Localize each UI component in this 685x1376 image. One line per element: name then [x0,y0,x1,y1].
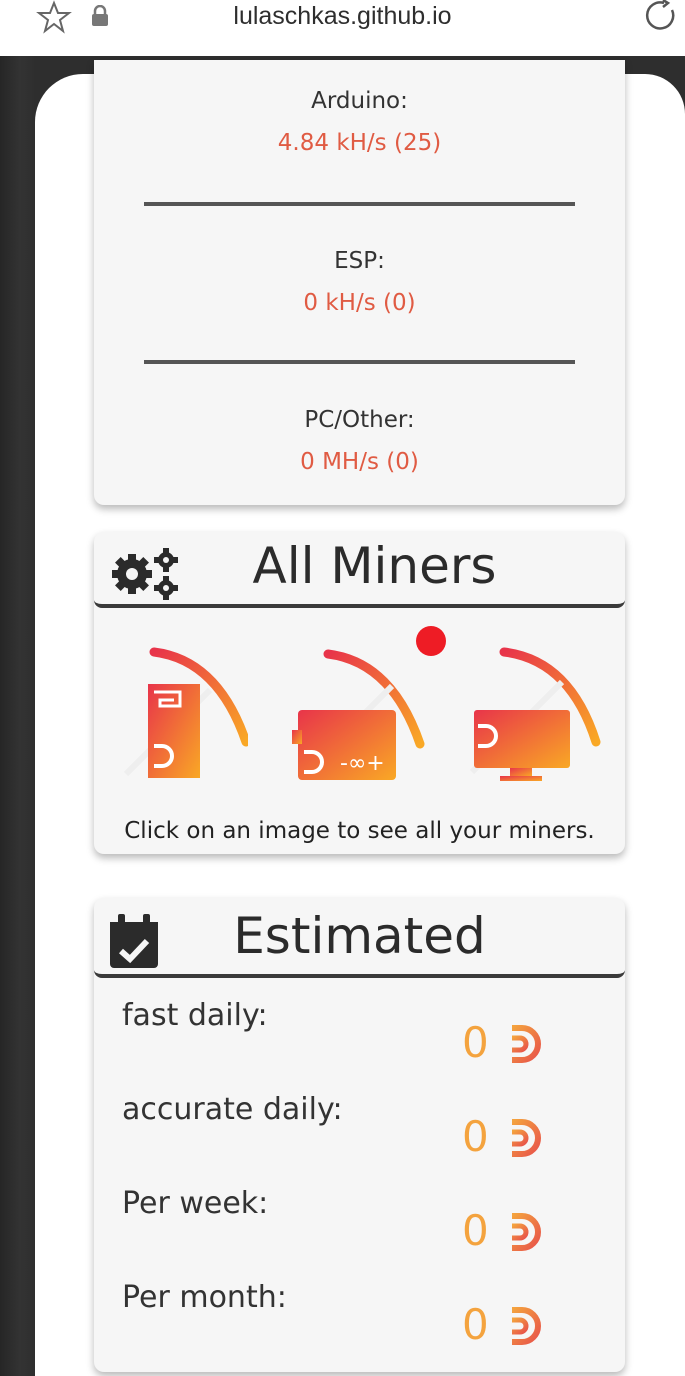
arduino-hashrate: 4.84 kH/s (25) [277,130,442,156]
notification-dot [416,626,446,656]
esp-label: ESP: [334,248,385,274]
estimated-card: Estimated fast daily: 0 accurate daily: … [94,898,625,1372]
per-month-label: Per month: [122,1280,287,1315]
duco-coin-icon [512,1307,541,1345]
duco-coin-icon [512,1213,541,1251]
estimated-header: Estimated [94,898,625,978]
url-text[interactable]: lulaschkas.github.io [0,0,685,34]
fast-daily-value: 0 [462,1018,489,1067]
browser-url-bar: lulaschkas.github.io [0,0,685,56]
divider [144,360,575,364]
per-month-value: 0 [462,1300,489,1349]
estimated-title: Estimated [233,907,486,965]
reload-icon[interactable] [644,0,680,32]
fast-daily-label: fast daily: [122,998,268,1033]
per-week-label: Per week: [122,1186,269,1221]
all-miners-card: All Miners -∞+ Click on an image to see … [94,532,625,854]
esp-hashrate: 0 kH/s (0) [303,290,416,316]
duco-coin-icon [512,1025,541,1063]
arduino-label: Arduino: [311,88,408,114]
all-miners-header: All Miners [94,532,625,608]
all-miners-title: All Miners [252,537,497,595]
per-week-value: 0 [462,1206,489,1255]
esp-miner-image[interactable] [118,646,248,784]
pc-label: PC/Other: [304,407,415,433]
accurate-daily-value: 0 [462,1112,489,1161]
divider [144,202,575,206]
pc-miner-image[interactable] [466,646,606,784]
accurate-daily-label: accurate daily: [122,1092,343,1127]
duco-coin-icon [512,1119,541,1157]
arduino-miner-image[interactable]: -∞+ [288,646,428,784]
svg-text:-∞+: -∞+ [340,751,385,776]
hashrate-card: Arduino: 4.84 kH/s (25) ESP: 0 kH/s (0) … [94,60,625,505]
miners-hint-text: Click on an image to see all your miners… [124,818,595,844]
pc-hashrate: 0 MH/s (0) [300,449,419,475]
